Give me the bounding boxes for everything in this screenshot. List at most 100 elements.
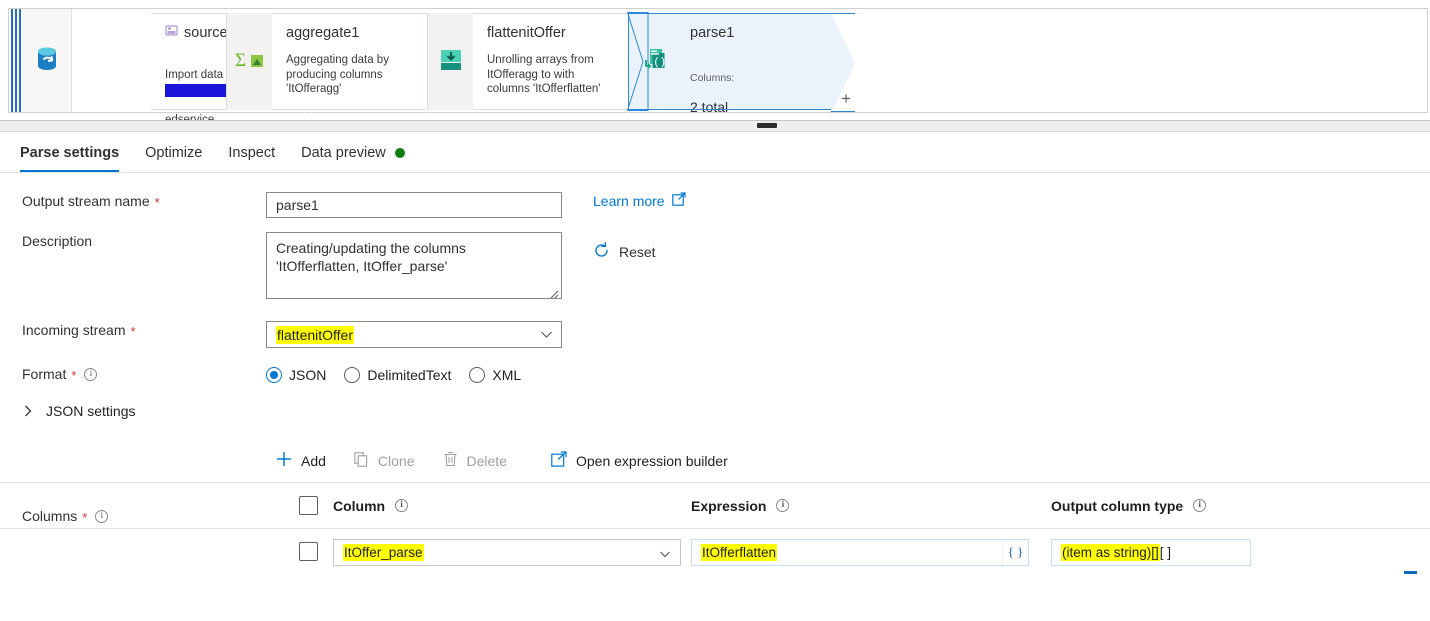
aggregate-sigma-icon: Σ xyxy=(235,48,265,75)
flow-node-aggregate1-icon-cell: Σ xyxy=(226,13,272,110)
expression-builder-brace-icon[interactable]: { } xyxy=(1002,539,1028,565)
add-column-label: Add xyxy=(301,452,326,469)
header-expression: Expression i xyxy=(691,498,1051,514)
flow-node-parse1-title: parse1 xyxy=(690,24,819,42)
header-output-column-type: Output column type i xyxy=(1051,498,1311,514)
output-column-type-info-icon[interactable]: i xyxy=(1193,499,1207,512)
row-output-stream-name: Output stream name * Learn more xyxy=(0,173,1430,218)
tab-parse-settings-label: Parse settings xyxy=(20,145,120,161)
format-label: Format * i xyxy=(0,365,266,383)
reset-label: Reset xyxy=(619,244,656,260)
incoming-stream-label-text: Incoming stream xyxy=(22,322,126,338)
output-stream-name-label: Output stream name * xyxy=(0,192,266,210)
source1-subtitle-line2: edservice xyxy=(165,113,215,121)
select-all-checkbox[interactable] xyxy=(299,496,318,515)
data-flow-canvas[interactable]: source1 Import data from edservice + Σ xyxy=(0,0,1430,121)
flow-left-stripes xyxy=(9,9,21,112)
delete-column-label: Delete xyxy=(466,452,507,469)
description-textarea[interactable]: Creating/updating the columns 'ItOfferfl… xyxy=(266,232,562,299)
radio-json-indicator xyxy=(266,367,282,383)
flow-node-aggregate1-title: aggregate1 xyxy=(286,24,414,42)
radio-delimitedtext-indicator xyxy=(344,367,361,383)
learn-more-link[interactable]: Learn more xyxy=(593,192,686,209)
open-expression-builder-button[interactable]: Open expression builder xyxy=(537,446,742,475)
panel-splitter[interactable] xyxy=(0,121,1430,132)
format-required-mark: * xyxy=(71,367,77,383)
splitter-grip[interactable] xyxy=(757,123,777,128)
output-stream-name-input[interactable] xyxy=(266,192,562,218)
format-option-delimitedtext[interactable]: DelimitedText xyxy=(344,367,451,383)
header-expression-label: Expression xyxy=(691,497,767,514)
row-incoming-stream: Incoming stream * flattenitOffer xyxy=(0,302,1430,348)
format-option-delimitedtext-label: DelimitedText xyxy=(367,367,452,383)
parse-icon: ( ) xyxy=(641,47,669,76)
tab-parse-settings[interactable]: Parse settings xyxy=(20,144,132,172)
json-settings-toggle[interactable]: JSON settings xyxy=(0,383,1430,419)
delete-column-button: Delete xyxy=(429,446,521,475)
output-column-type-bracket-icon[interactable]: [ ] xyxy=(1160,545,1171,560)
flatten-icon xyxy=(438,47,464,76)
dataset-icon xyxy=(165,24,178,42)
flow-node-aggregate1-name: aggregate1 xyxy=(286,25,360,41)
incoming-stream-select-wrap: flattenitOffer xyxy=(266,321,562,348)
add-after-parse1-button[interactable]: + xyxy=(841,90,851,107)
header-column-label: Column xyxy=(333,497,386,514)
flow-node-aggregate1-subtitle: Aggregating data by producing columns 'I… xyxy=(286,54,389,95)
cell-output-column-type: (item as string)[] [ ] xyxy=(1051,538,1311,566)
description-label: Description xyxy=(0,232,266,250)
flow-node-parse1-body[interactable]: parse1 Columns: 2 total + xyxy=(676,13,851,114)
external-link-icon xyxy=(551,451,567,470)
svg-text:Σ: Σ xyxy=(235,50,246,71)
format-option-json[interactable]: JSON xyxy=(266,367,326,383)
expression-value: ItOfferflatten xyxy=(701,543,778,561)
radio-xml-indicator xyxy=(469,367,486,383)
header-output-column-type-label: Output column type xyxy=(1051,497,1184,514)
expression-info-icon[interactable]: i xyxy=(776,499,790,512)
expression-input[interactable]: ItOfferflatten { } xyxy=(691,538,1029,566)
flow-node-parse1[interactable]: ( ) parse1 Columns: 2 total + xyxy=(627,12,855,114)
chevron-down-icon xyxy=(660,551,670,557)
plus-icon xyxy=(276,451,292,470)
tab-inspect[interactable]: Inspect xyxy=(215,144,288,172)
output-stream-name-required-mark: * xyxy=(154,194,160,210)
reset-button[interactable]: Reset xyxy=(593,242,656,262)
tab-data-preview-label: Data preview xyxy=(301,145,386,161)
tab-inspect-label: Inspect xyxy=(228,145,276,161)
source-rail[interactable] xyxy=(22,9,72,112)
format-info-icon[interactable]: i xyxy=(84,367,98,381)
flow-node-flattenitoffer[interactable]: flattenitOffer Unrolling arrays from ItO… xyxy=(427,13,647,110)
flow-node-flatten-body[interactable]: flattenitOffer Unrolling arrays from ItO… xyxy=(473,13,647,110)
tab-optimize-label: Optimize xyxy=(145,145,203,161)
tab-optimize[interactable]: Optimize xyxy=(132,144,215,172)
parse1-columns-label: Columns: xyxy=(690,71,735,84)
copy-icon xyxy=(354,451,369,470)
columns-table-header: Column i Expression i Output column type… xyxy=(0,483,1430,529)
tab-data-preview[interactable]: Data preview xyxy=(288,144,418,172)
format-radio-group[interactable]: JSON DelimitedText XML xyxy=(266,365,521,383)
row-overflow-indicator[interactable] xyxy=(1404,571,1417,574)
flow-node-flatten-subtitle: Unrolling arrays from ItOfferagg to with… xyxy=(487,54,601,95)
database-source-icon xyxy=(34,45,60,76)
columns-area: Columns * i Add Clone Delete Open expres… xyxy=(0,419,1430,575)
format-option-xml[interactable]: XML xyxy=(469,367,521,383)
row-format: Format * i JSON DelimitedText XML xyxy=(0,348,1430,383)
parse-settings-form: Output stream name * Learn more Descript… xyxy=(0,173,1430,575)
row-checkbox[interactable] xyxy=(299,542,318,561)
column-name-select[interactable]: ItOffer_parse xyxy=(333,538,681,566)
columns-toolbar[interactable]: Add Clone Delete Open expression builder xyxy=(0,419,1430,475)
incoming-stream-select[interactable]: flattenitOffer xyxy=(266,321,562,348)
description-label-text: Description xyxy=(22,233,93,249)
flow-node-flatten-name: flattenitOffer xyxy=(487,25,566,41)
output-column-type-value: (item as string)[] xyxy=(1061,543,1160,561)
incoming-stream-label: Incoming stream * xyxy=(0,321,266,339)
output-column-type-input[interactable]: (item as string)[] [ ] xyxy=(1051,538,1251,566)
flow-node-aggregate1[interactable]: Σ aggregate1 Aggregating data by produci… xyxy=(226,13,446,110)
settings-tabs[interactable]: Parse settings Optimize Inspect Data pre… xyxy=(0,132,1430,173)
format-label-text: Format xyxy=(22,366,67,382)
add-column-button[interactable]: Add xyxy=(266,446,340,475)
flow-frame: source1 Import data from edservice + Σ xyxy=(8,8,1428,120)
column-info-icon[interactable]: i xyxy=(395,499,409,512)
flow-node-aggregate1-body[interactable]: aggregate1 Aggregating data by producing… xyxy=(272,13,446,110)
flow-node-parse1-icon-cell: ( ) xyxy=(627,12,676,111)
cell-expression: ItOfferflatten { } xyxy=(691,538,1051,566)
